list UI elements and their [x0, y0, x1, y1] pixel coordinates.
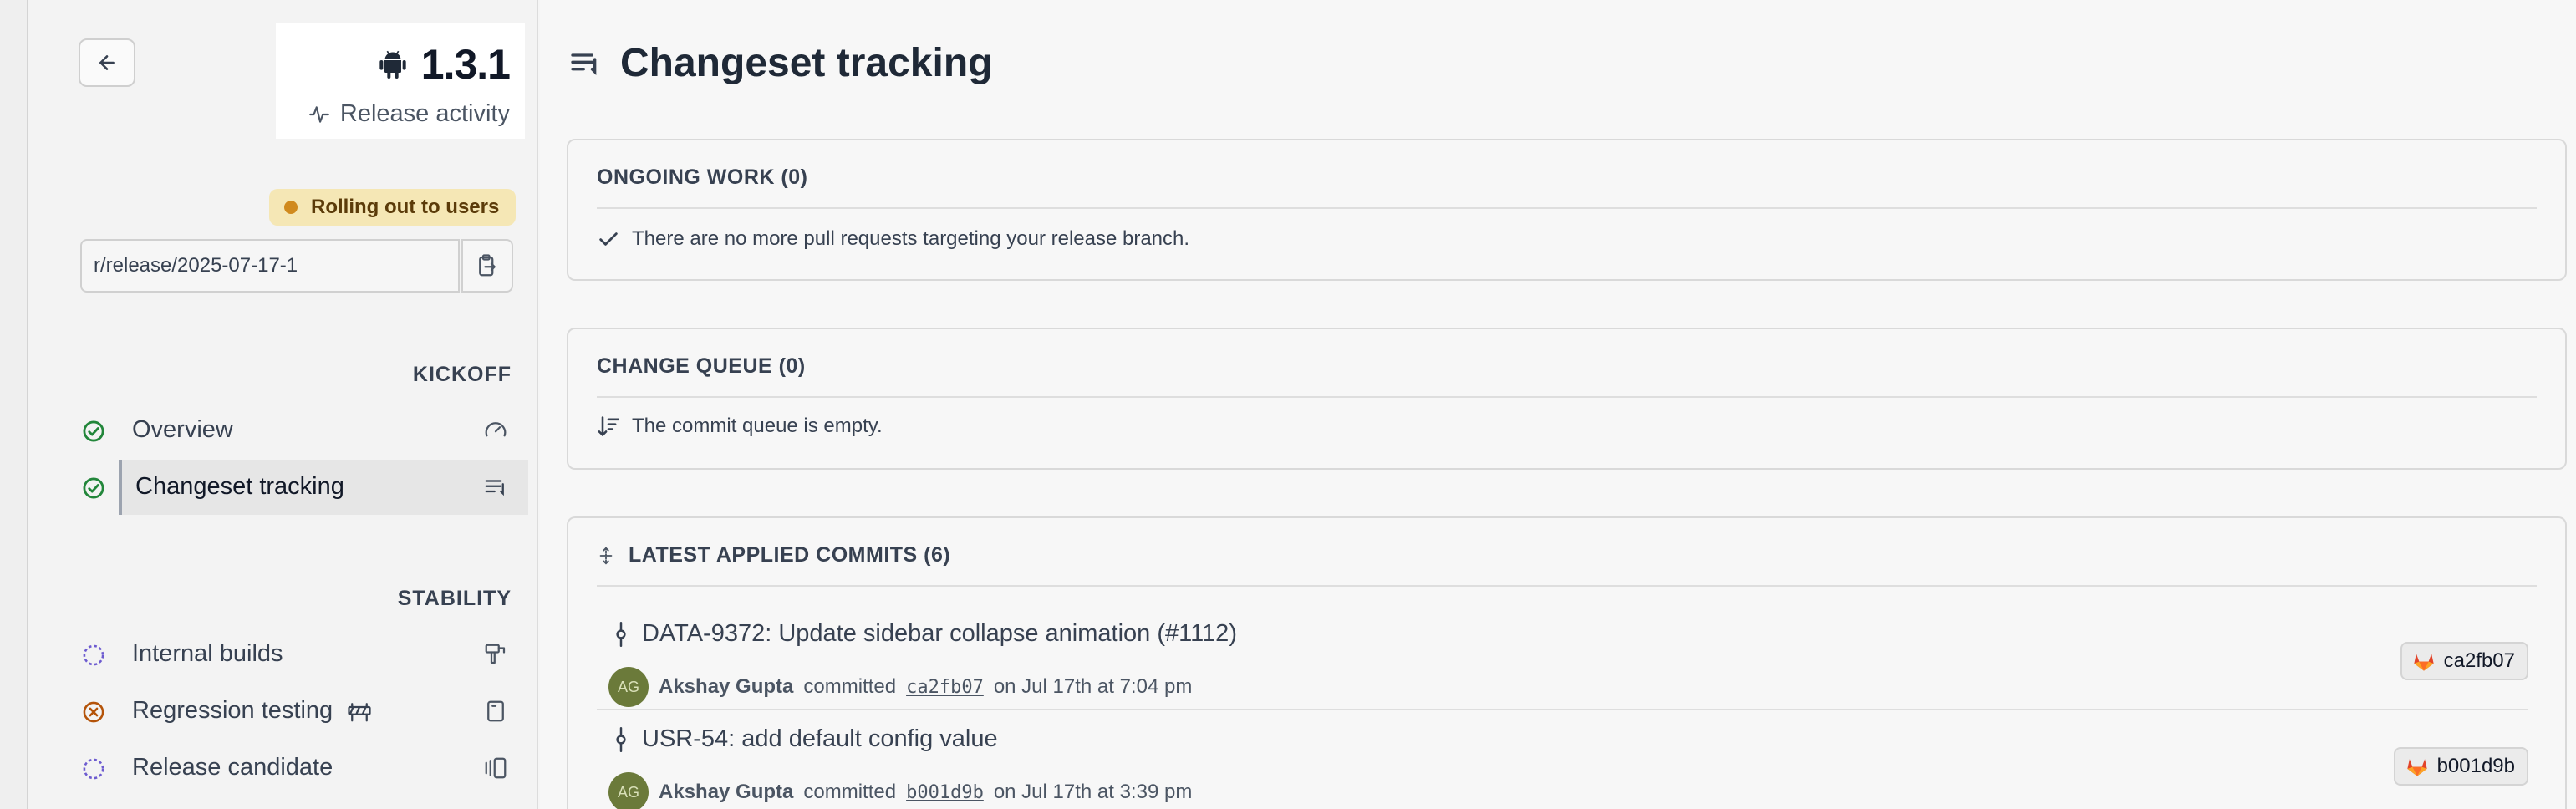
- check-circle-icon: [83, 420, 104, 442]
- git-merge-compact-icon: [599, 547, 613, 564]
- pending-circle-icon: [83, 644, 104, 666]
- gitlab-icon: [2413, 654, 2434, 671]
- commit-title: USR-54: add default config value: [642, 725, 998, 752]
- change-queue-message: The commit queue is empty.: [632, 415, 883, 437]
- app-page: 1.3.1 Release activity Rolling out to us…: [0, 0, 2576, 809]
- ongoing-work-message-row: There are no more pull requests targetin…: [597, 227, 1189, 251]
- avatar: AG: [608, 667, 649, 707]
- activity-pulse-icon: [308, 105, 329, 123]
- copy-branch-button[interactable]: [461, 239, 513, 293]
- commit-sha-link[interactable]: ca2fb07: [906, 677, 984, 698]
- release-activity-link[interactable]: Release activity: [307, 100, 510, 128]
- pending-circle-icon: [83, 758, 104, 780]
- check-circle-icon: [83, 477, 104, 499]
- check-icon: [599, 232, 618, 246]
- commit-time: on Jul 17th at 3:39 pm: [993, 781, 1193, 803]
- tablet-icon: [487, 700, 504, 722]
- sidebar-item-label: Release candidate: [132, 753, 333, 781]
- sidebar-item-changeset-tracking[interactable]: Changeset tracking: [80, 460, 528, 515]
- commit-pill-sha: ca2fb07: [2443, 649, 2515, 672]
- git-commit-icon: [616, 621, 626, 647]
- status-badge-label: Rolling out to users: [311, 196, 500, 218]
- sidebar-item-overview[interactable]: Overview: [80, 403, 523, 456]
- page-header: Changeset tracking: [568, 40, 992, 86]
- commit-sha-pill[interactable]: ca2fb07: [2400, 642, 2528, 680]
- status-badge: Rolling out to users: [269, 189, 517, 226]
- sidebar-item-release-candidate[interactable]: Release candidate: [80, 740, 523, 794]
- commit-author: Akshay Gupta: [659, 781, 794, 803]
- card-divider: [597, 207, 2537, 209]
- avatar: AG: [608, 772, 649, 809]
- android-icon: [379, 50, 406, 79]
- commit-verb: committed: [803, 675, 897, 698]
- ongoing-work-message: There are no more pull requests targetin…: [632, 227, 1190, 250]
- commit-meta: AG Akshay Gupta committed b001d9b on Jul…: [608, 772, 1192, 809]
- release-version-card: 1.3.1 Release activity: [276, 23, 525, 139]
- page-title: Changeset tracking: [620, 41, 993, 85]
- branch-name-value: r/release/2025-07-17-1: [94, 254, 298, 277]
- ongoing-work-card: ONGOING WORK (0) There are no more pull …: [567, 139, 2567, 281]
- arrow-left-icon: [99, 55, 115, 70]
- latest-commits-heading: LATEST APPLIED COMMITS (6): [597, 543, 950, 567]
- commit-sha-link[interactable]: b001d9b: [906, 782, 984, 803]
- candidate-icon: [485, 757, 507, 779]
- list-tracking-icon: [571, 53, 597, 75]
- clipboard-copy-icon: [479, 254, 496, 277]
- release-version: 1.3.1: [420, 41, 511, 88]
- git-commit-icon: [616, 726, 626, 752]
- section-heading-stability: STABILITY: [397, 587, 512, 610]
- commit-author: Akshay Gupta: [659, 675, 794, 698]
- sidebar-item-regression-testing[interactable]: Regression testing: [80, 684, 523, 737]
- change-queue-title: CHANGE QUEUE (0): [597, 354, 806, 378]
- commit-sha-pill[interactable]: b001d9b: [2393, 747, 2528, 786]
- card-divider: [597, 585, 2537, 587]
- back-button[interactable]: [79, 38, 135, 87]
- latest-commits-card: LATEST APPLIED COMMITS (6) DATA-9372: Up…: [567, 516, 2567, 809]
- sidebar-item-label: Changeset tracking: [135, 472, 344, 500]
- release-activity-label[interactable]: Release activity: [340, 100, 510, 128]
- x-circle-icon: [83, 701, 104, 723]
- sidebar-item-internal-builds[interactable]: Internal builds: [80, 627, 523, 680]
- sidebar-item-label: Regression testing: [132, 696, 333, 724]
- sort-descending-icon: [598, 416, 619, 436]
- roadblock-icon: [348, 703, 371, 722]
- ongoing-work-title: ONGOING WORK (0): [597, 165, 808, 189]
- branch-name-field[interactable]: r/release/2025-07-17-1: [80, 239, 460, 293]
- list-tracking-icon: [485, 480, 504, 496]
- card-divider: [597, 396, 2537, 398]
- change-queue-message-row: The commit queue is empty.: [597, 415, 883, 438]
- commit-pill-sha: b001d9b: [2436, 755, 2515, 777]
- sidebar-item-label: Internal builds: [132, 639, 283, 667]
- commit-verb: committed: [803, 781, 897, 803]
- change-queue-card: CHANGE QUEUE (0) The commit queue is emp…: [567, 328, 2567, 470]
- gauge-icon: [485, 422, 507, 437]
- commit-divider: [597, 709, 2528, 710]
- section-heading-kickoff: KICKOFF: [412, 363, 512, 386]
- commit-meta: AG Akshay Gupta committed ca2fb07 on Jul…: [608, 667, 1192, 707]
- sidebar-item-label: Overview: [132, 415, 233, 443]
- gitlab-icon: [2406, 759, 2427, 776]
- build-tool-icon: [485, 644, 506, 664]
- left-edge-strip: [0, 0, 28, 809]
- commit-time: on Jul 17th at 7:04 pm: [993, 675, 1193, 698]
- status-dot: [284, 201, 298, 214]
- commit-row: USR-54: add default config value AG Aksh…: [597, 725, 2528, 809]
- commit-title: DATA-9372: Update sidebar collapse anima…: [642, 620, 1237, 647]
- latest-commits-title: LATEST APPLIED COMMITS (6): [629, 543, 951, 567]
